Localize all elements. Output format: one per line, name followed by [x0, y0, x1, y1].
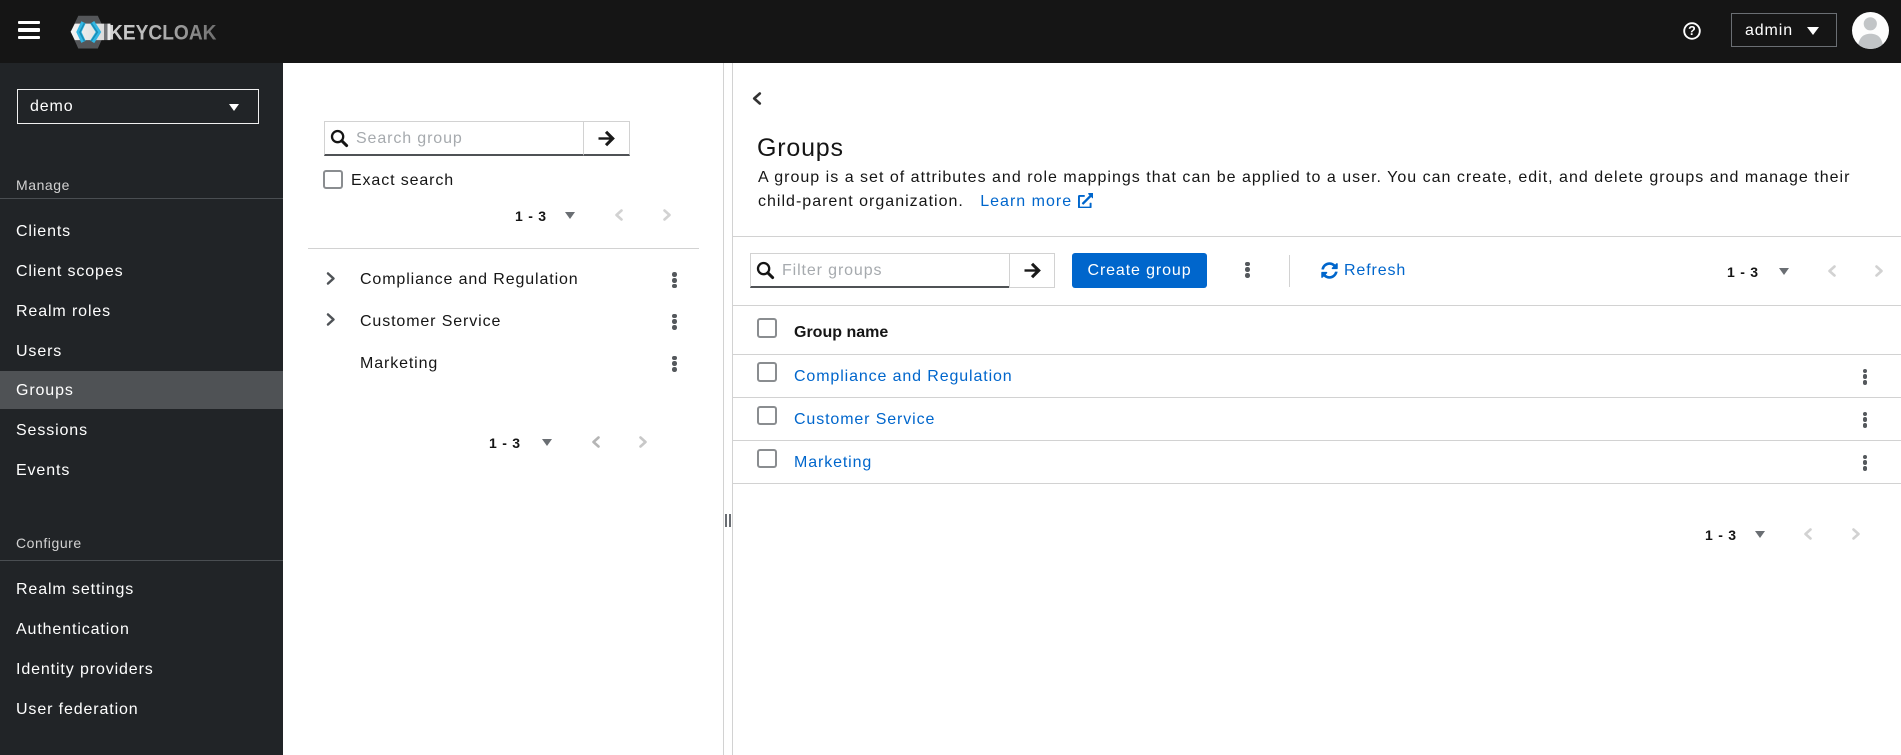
svg-text:?: ?: [1688, 24, 1696, 38]
svg-text:KEYCLOAK: KEYCLOAK: [109, 21, 217, 45]
